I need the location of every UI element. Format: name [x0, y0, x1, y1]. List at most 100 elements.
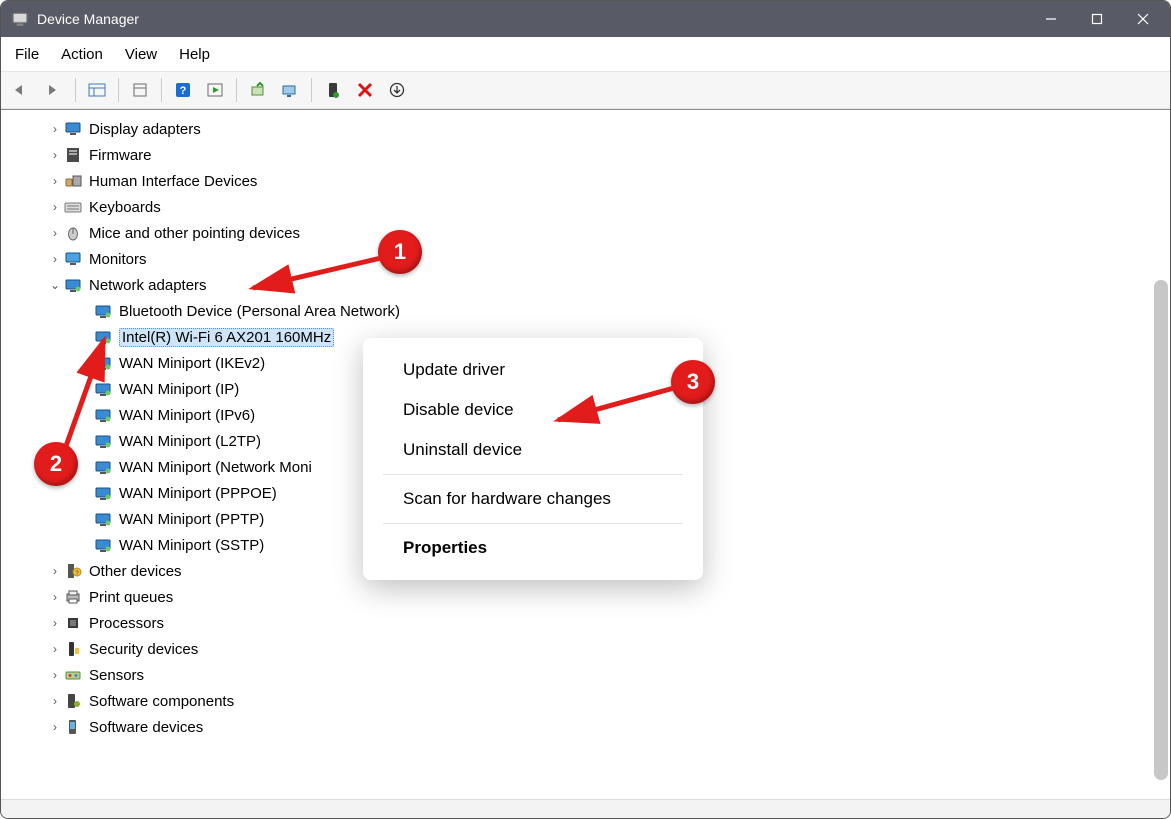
network-adapter-icon — [93, 353, 113, 373]
chevron-right-icon[interactable]: › — [47, 668, 63, 682]
tree-category[interactable]: › Software components — [11, 688, 1160, 714]
toolbar: ? — [1, 72, 1170, 109]
chevron-right-icon[interactable]: › — [47, 564, 63, 578]
chevron-right-icon[interactable]: › — [47, 720, 63, 734]
context-menu-item[interactable]: Disable device — [363, 390, 703, 430]
tree-category[interactable]: › Mice and other pointing devices — [11, 220, 1160, 246]
network-adapter-icon — [93, 379, 113, 399]
nav-forward-button[interactable] — [39, 75, 69, 105]
content-area: › Display adapters › Firmware › Human Interfa… — [1, 109, 1170, 799]
menu-file[interactable]: File — [15, 46, 39, 63]
firmware-icon — [63, 145, 83, 165]
menu-view[interactable]: View — [125, 46, 157, 63]
keyboard-icon — [63, 197, 83, 217]
context-menu-item[interactable]: Uninstall device — [363, 430, 703, 470]
tree-item-label: WAN Miniport (IKEv2) — [119, 355, 265, 372]
more-button[interactable] — [382, 75, 412, 105]
context-menu-item[interactable]: Scan for hardware changes — [363, 479, 703, 519]
titlebar: Device Manager — [1, 1, 1170, 37]
menu-help[interactable]: Help — [179, 46, 210, 63]
tree-item-label: WAN Miniport (SSTP) — [119, 537, 264, 554]
tree-category[interactable]: › Human Interface Devices — [11, 168, 1160, 194]
chevron-right-icon[interactable]: › — [47, 174, 63, 188]
swcomp-icon — [63, 691, 83, 711]
tree-category-label: Firmware — [89, 147, 152, 164]
tree-category-label: Other devices — [89, 563, 182, 580]
other-icon: ? — [63, 561, 83, 581]
sensor-icon — [63, 665, 83, 685]
tree-category-label: Display adapters — [89, 121, 201, 138]
tree-category[interactable]: › Security devices — [11, 636, 1160, 662]
update-driver-button[interactable] — [243, 75, 273, 105]
device-manager-window: Device Manager File Action View Help ? ›… — [0, 0, 1171, 819]
network-adapter-icon — [93, 535, 113, 555]
tree-item-label: WAN Miniport (IPv6) — [119, 407, 255, 424]
enable-device-button[interactable] — [318, 75, 348, 105]
tree-category[interactable]: › Display adapters — [11, 116, 1160, 142]
chevron-right-icon[interactable]: › — [47, 590, 63, 604]
tree-category-label: Software devices — [89, 719, 203, 736]
tree-item-label: Bluetooth Device (Personal Area Network) — [119, 303, 400, 320]
chevron-right-icon[interactable]: › — [47, 226, 63, 240]
tree-item-label: WAN Miniport (PPTP) — [119, 511, 264, 528]
chevron-right-icon[interactable]: › — [47, 122, 63, 136]
tree-category[interactable]: ›Monitors — [11, 246, 1160, 272]
tree-category-label: Print queues — [89, 589, 173, 606]
menubar: File Action View Help — [1, 37, 1170, 72]
network-adapter-icon — [93, 431, 113, 451]
tree-category[interactable]: ›Sensors — [11, 662, 1160, 688]
properties-button[interactable] — [125, 75, 155, 105]
network-adapter-icon — [93, 457, 113, 477]
network-adapter-icon — [93, 301, 113, 321]
network-adapter-icon — [93, 405, 113, 425]
horizontal-scrollbar[interactable] — [1, 799, 1170, 818]
window-title: Device Manager — [37, 11, 139, 27]
tree-category[interactable]: › Software devices — [11, 714, 1160, 740]
chevron-right-icon[interactable]: › — [47, 200, 63, 214]
chevron-right-icon[interactable]: › — [47, 252, 63, 266]
tree-category-label: Security devices — [89, 641, 198, 658]
tree-category-label: Network adapters — [89, 277, 207, 294]
tree-category[interactable]: › Processors — [11, 610, 1160, 636]
annotation-badge-3: 3 — [671, 360, 715, 404]
uninstall-device-button[interactable] — [350, 75, 380, 105]
mouse-icon — [63, 223, 83, 243]
scan-hardware-button[interactable] — [275, 75, 305, 105]
tree-category-label: Keyboards — [89, 199, 161, 216]
tree-category[interactable]: › Keyboards — [11, 194, 1160, 220]
chevron-right-icon[interactable]: › — [47, 642, 63, 656]
tree-category-label: Human Interface Devices — [89, 173, 257, 190]
show-hide-tree-button[interactable] — [82, 75, 112, 105]
network-adapter-icon — [93, 327, 113, 347]
context-menu-item[interactable]: Properties — [363, 528, 703, 568]
action-button[interactable] — [200, 75, 230, 105]
tree-category[interactable]: › Print queues — [11, 584, 1160, 610]
help-button[interactable]: ? — [168, 75, 198, 105]
close-button[interactable] — [1120, 3, 1166, 35]
svg-text:?: ? — [180, 85, 187, 97]
hid-icon — [63, 171, 83, 191]
network-adapter-icon — [93, 483, 113, 503]
nav-back-button[interactable] — [7, 75, 37, 105]
vertical-scrollbar[interactable] — [1154, 280, 1168, 780]
tree-category[interactable]: › Firmware — [11, 142, 1160, 168]
minimize-button[interactable] — [1028, 3, 1074, 35]
tree-category-label: Mice and other pointing devices — [89, 225, 300, 242]
annotation-badge-1: 1 — [378, 230, 422, 274]
display-icon — [63, 119, 83, 139]
chevron-right-icon[interactable]: › — [47, 694, 63, 708]
tree-category-label: Software components — [89, 693, 234, 710]
tree-category-label: Processors — [89, 615, 164, 632]
tree-item-label: WAN Miniport (PPPOE) — [119, 485, 277, 502]
tree-item-label: WAN Miniport (IP) — [119, 381, 239, 398]
tree-item[interactable]: ›Bluetooth Device (Personal Area Network… — [11, 298, 1160, 324]
chevron-down-icon[interactable]: ⌄ — [47, 278, 63, 292]
chevron-right-icon[interactable]: › — [47, 616, 63, 630]
printer-icon — [63, 587, 83, 607]
tree-category[interactable]: ⌄ Network adapters — [11, 272, 1160, 298]
chevron-right-icon[interactable]: › — [47, 148, 63, 162]
menu-action[interactable]: Action — [61, 46, 103, 63]
maximize-button[interactable] — [1074, 3, 1120, 35]
context-menu-item[interactable]: Update driver — [363, 350, 703, 390]
context-menu-separator — [383, 523, 683, 524]
